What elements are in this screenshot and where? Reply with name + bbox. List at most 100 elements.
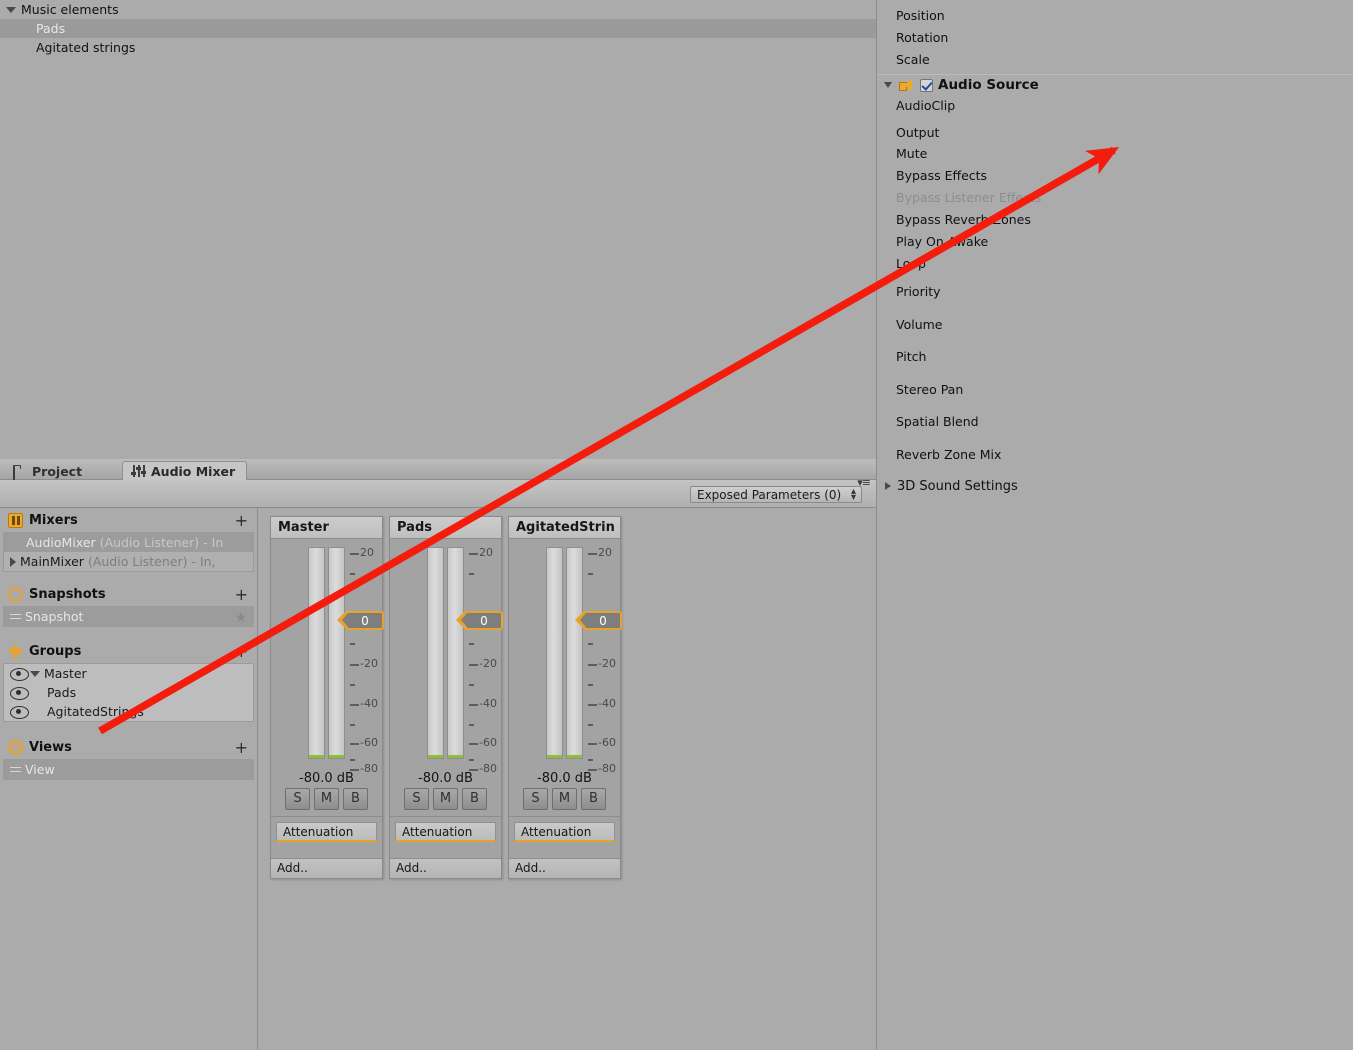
foldout-down-icon[interactable] — [6, 6, 16, 13]
bypass-button[interactable]: B — [462, 788, 487, 810]
scale-tick-label: -80 — [479, 762, 497, 775]
foldout-down-icon[interactable] — [30, 670, 40, 677]
groups-list: Master Pads AgitatedStrings — [3, 663, 254, 722]
star-icon[interactable]: ★ — [234, 609, 247, 626]
hierarchy-row-pads[interactable]: Pads — [0, 19, 876, 38]
solo-mute-bypass-row: S M B — [509, 788, 620, 816]
fader-handle[interactable]: 0 — [337, 611, 384, 630]
channel-strip-master[interactable]: Master 20 -20 -40 -60 -80 0 -80.0 dB S M… — [270, 516, 384, 879]
effect-attenuation[interactable]: Attenuation — [276, 822, 377, 842]
fader-handle[interactable]: 0 — [456, 611, 503, 630]
mixer-sidebar: Mixers + AudioMixer (Audio Listener) - I… — [0, 508, 258, 1050]
property-label: Loop — [896, 256, 926, 271]
scale-tick-label: 20 — [479, 546, 493, 559]
mixers-icon — [8, 512, 23, 528]
list-item-mainmixer[interactable]: MainMixer (Audio Listener) - In, — [4, 552, 253, 571]
slider-row-pitch: Pitch — [878, 344, 1353, 377]
list-item-view[interactable]: View — [4, 760, 253, 779]
vu-meters — [308, 547, 348, 759]
scale-tick-label: -20 — [479, 657, 497, 670]
hierarchy-row-agitated-strings[interactable]: Agitated strings — [0, 38, 876, 57]
exposed-parameters-dropdown[interactable]: Exposed Parameters (0) ▴ ▾ — [690, 486, 862, 503]
channel-strip-pads[interactable]: Pads 20 -20 -40 -60 -80 0 -80.0 dB S M B… — [389, 516, 503, 879]
window-tab-bar: Project Audio Mixer — [0, 459, 876, 483]
list-item-label: AudioMixer — [26, 535, 96, 550]
effect-attenuation[interactable]: Attenuation — [395, 822, 496, 842]
snapshots-list: Snapshot ★ — [3, 606, 254, 627]
hierarchy-row-label: Music elements — [21, 2, 119, 17]
hierarchy-row-music-elements[interactable]: Music elements — [0, 0, 876, 19]
add-effect-button[interactable]: Add.. — [390, 858, 501, 878]
view-handle-icon — [10, 766, 21, 774]
eye-icon[interactable] — [10, 687, 29, 700]
foldout-down-icon[interactable] — [884, 82, 892, 88]
foldout-right-icon[interactable] — [885, 482, 891, 490]
strip-meter-zone: 20 -20 -40 -60 -80 0 — [271, 539, 384, 775]
property-label: Mute — [896, 146, 928, 161]
mute-button[interactable]: M — [314, 788, 339, 810]
list-item-label: MainMixer — [20, 554, 84, 569]
channel-strip-agitatedstrings[interactable]: AgitatedStrin 20 -20 -40 -60 -80 0 -80.0… — [508, 516, 622, 879]
group-item-master[interactable]: Master — [4, 664, 253, 683]
vu-meter-right — [328, 547, 345, 759]
add-view-button[interactable]: + — [235, 738, 248, 757]
list-item-audiomixer[interactable]: AudioMixer (Audio Listener) - In — [4, 533, 253, 552]
property-row-mute: Mute — [878, 143, 1353, 165]
group-item-pads[interactable]: Pads — [4, 683, 253, 702]
list-item-suffix: (Audio Listener) - In — [99, 535, 224, 550]
groups-section-header: Groups + — [0, 639, 257, 663]
foldout-right-icon[interactable] — [10, 556, 16, 567]
slider-row-priority: Priority High — [878, 279, 1353, 312]
group-item-agitatedstrings[interactable]: AgitatedStrings — [4, 702, 253, 721]
add-effect-button[interactable]: Add.. — [271, 858, 382, 878]
hierarchy-row-label: Pads — [36, 21, 66, 36]
scale-tick-label: -60 — [479, 736, 497, 749]
strip-title: Master — [271, 517, 382, 539]
property-label: Rotation — [896, 29, 949, 45]
snapshots-section-header: Snapshots + — [0, 582, 257, 606]
views-list: View — [3, 759, 254, 780]
add-snapshot-button[interactable]: + — [235, 585, 248, 604]
bypass-button[interactable]: B — [581, 788, 606, 810]
mute-button[interactable]: M — [433, 788, 458, 810]
add-group-button[interactable]: + — [235, 642, 248, 661]
add-effect-button[interactable]: Add.. — [509, 858, 620, 878]
audio-source-component-header[interactable]: Audio Source — [878, 75, 1353, 95]
section-title: Snapshots — [29, 586, 106, 602]
eye-icon[interactable] — [10, 706, 29, 719]
fader-value: 0 — [599, 614, 607, 628]
add-mixer-button[interactable]: + — [235, 511, 248, 530]
property-label: Stereo Pan — [896, 381, 964, 397]
audio-source-enabled-checkbox[interactable] — [920, 78, 933, 92]
vu-meter-left — [546, 547, 563, 759]
tab-project[interactable]: Project — [4, 461, 93, 483]
effect-attenuation[interactable]: Attenuation — [514, 822, 615, 842]
section-title: Mixers — [29, 512, 78, 528]
chevron-updown-icon: ▴ ▾ — [850, 486, 856, 503]
eye-icon[interactable] — [10, 668, 29, 681]
fader-value: 0 — [480, 614, 488, 628]
tab-audio-mixer[interactable]: Audio Mixer — [122, 461, 248, 481]
scale-tick-label: -60 — [598, 736, 616, 749]
audio-mixer-icon — [131, 465, 147, 478]
solo-button[interactable]: S — [523, 788, 548, 810]
scale-tick-label: -80 — [360, 762, 378, 775]
vu-meter-left — [427, 547, 444, 759]
tab-label: Audio Mixer — [151, 464, 236, 479]
scale-tick-label: 20 — [360, 546, 374, 559]
3d-sound-settings-foldout[interactable]: 3D Sound Settings — [878, 476, 1353, 496]
scale-tick-label: -80 — [598, 762, 616, 775]
property-row-bypass-listener-effects: Bypass Listener Effects — [878, 187, 1353, 209]
list-item-snapshot[interactable]: Snapshot ★ — [4, 607, 253, 626]
solo-button[interactable]: S — [404, 788, 429, 810]
transform-component: Position X 0 Y 0 Rotation X 0 Y 0 Scale … — [878, 0, 1353, 70]
mute-button[interactable]: M — [552, 788, 577, 810]
property-label: Play On Awake — [896, 234, 989, 249]
scale-tick-label: -20 — [360, 657, 378, 670]
3d-sound-settings-label: 3D Sound Settings — [897, 478, 1018, 494]
fader-handle[interactable]: 0 — [575, 611, 622, 630]
property-label: Position — [896, 7, 945, 23]
slider-row-volume: Volume — [878, 312, 1353, 345]
solo-button[interactable]: S — [285, 788, 310, 810]
bypass-button[interactable]: B — [343, 788, 368, 810]
